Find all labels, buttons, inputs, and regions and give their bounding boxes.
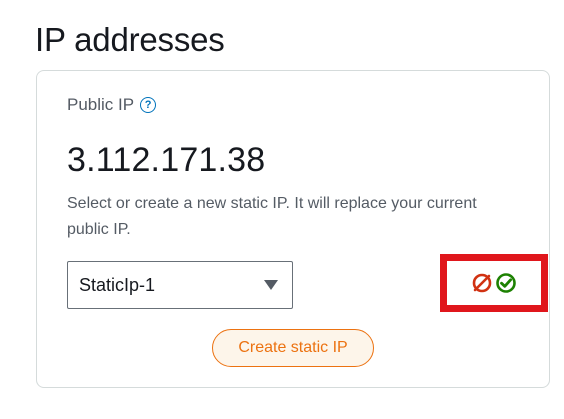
public-ip-label-row: Public IP ? — [67, 95, 157, 115]
caret-down-icon — [264, 280, 278, 290]
static-ip-select[interactable]: StaticIp-1 — [67, 261, 293, 309]
create-static-ip-button[interactable]: Create static IP — [212, 329, 374, 367]
section-title: IP addresses — [35, 21, 225, 58]
static-ip-description: Select or create a new static IP. It wil… — [67, 195, 477, 238]
no-symbol-icon[interactable] — [471, 272, 493, 294]
info-icon[interactable]: ? — [140, 97, 157, 113]
public-ip-label: Public IP — [67, 95, 135, 114]
static-ip-select-value: StaticIp-1 — [79, 274, 156, 295]
page: IP addresses Public IP ? 3.112.171.38 Se… — [0, 0, 564, 419]
public-ip-value: 3.112.171.38 — [67, 141, 266, 179]
check-circle-icon[interactable] — [495, 272, 517, 294]
public-ip-card: Public IP ? 3.112.171.38 Select or creat… — [36, 70, 550, 388]
status-indicator-box — [440, 254, 548, 312]
